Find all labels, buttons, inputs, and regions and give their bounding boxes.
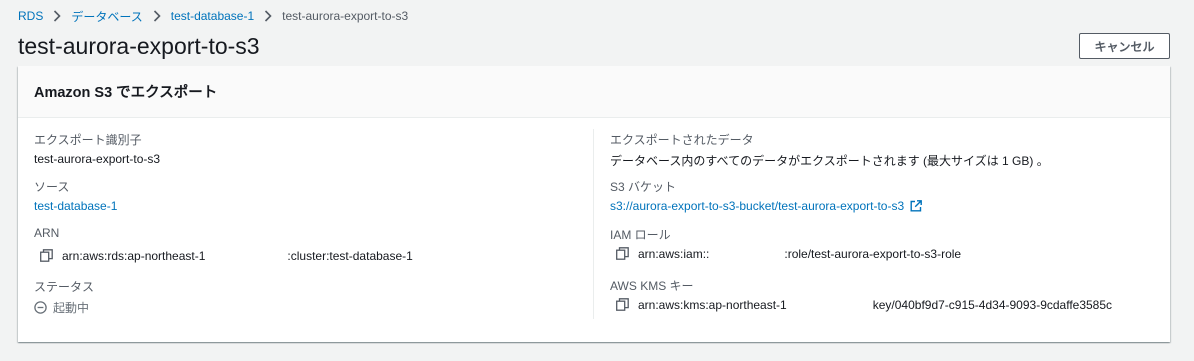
external-link-icon <box>910 199 923 213</box>
status-row: 起動中 <box>34 299 89 316</box>
status-label: ステータス <box>34 280 95 294</box>
exported-data-label: エクスポートされたデータ <box>610 133 754 147</box>
kms-key-label: AWS KMS キー <box>610 279 694 293</box>
breadcrumb-current: test-aurora-export-to-s3 <box>282 9 409 23</box>
cancel-button[interactable]: キャンセル <box>1079 33 1170 59</box>
breadcrumb-databases-link[interactable]: データベース <box>71 8 142 25</box>
breadcrumb: RDS データベース test-database-1 test-aurora-e… <box>18 7 408 25</box>
panel-title: Amazon S3 でエクスポート <box>34 85 218 101</box>
status-pending-icon <box>34 301 47 314</box>
chevron-right-icon <box>260 10 276 22</box>
export-id-label: エクスポート識別子 <box>34 133 142 147</box>
s3-bucket-value: s3://aurora-export-to-s3-bucket/test-aur… <box>610 199 905 213</box>
page-title: test-aurora-export-to-s3 <box>18 33 260 59</box>
column-divider <box>593 129 594 319</box>
iam-role-label: IAM ロール <box>610 228 671 242</box>
arn-value-prefix: arn:aws:rds:ap-northeast-1 <box>62 249 206 263</box>
breadcrumb-rds-link[interactable]: RDS <box>18 9 43 23</box>
export-id-value: test-aurora-export-to-s3 <box>34 152 161 166</box>
source-label: ソース <box>34 180 70 194</box>
iam-role-prefix: arn:aws:iam:: <box>638 247 710 261</box>
iam-role-suffix: :role/test-aurora-export-to-s3-role <box>784 247 962 261</box>
kms-key-prefix: arn:aws:kms:ap-northeast-1 <box>638 298 787 312</box>
kms-key-suffix: key/040bf9d7-c915-4d34-9093-9cdaffe3585c <box>872 298 1113 312</box>
export-details-panel: Amazon S3 でエクスポート エクスポート識別子 test-aurora-… <box>18 66 1170 342</box>
chevron-right-icon <box>49 10 65 22</box>
arn-value-suffix: :cluster:test-database-1 <box>287 249 413 263</box>
copy-icon[interactable] <box>616 247 630 261</box>
arn-row: arn:aws:rds:ap-northeast-1 :cluster:test… <box>40 249 413 263</box>
panel-header: Amazon S3 でエクスポート <box>18 66 1170 118</box>
copy-icon[interactable] <box>616 298 630 312</box>
s3-bucket-label: S3 バケット <box>610 180 677 194</box>
exported-data-value: データベース内のすべてのデータがエクスポートされます (最大サイズは 1 GB)… <box>610 154 1049 168</box>
kms-key-row: arn:aws:kms:ap-northeast-1 key/040bf9d7-… <box>616 298 1112 312</box>
status-value: 起動中 <box>53 301 90 315</box>
breadcrumb-database-link[interactable]: test-database-1 <box>171 9 254 23</box>
copy-icon[interactable] <box>40 249 54 263</box>
source-link[interactable]: test-database-1 <box>34 199 117 213</box>
chevron-right-icon <box>149 10 165 22</box>
iam-role-row: arn:aws:iam:: :role/test-aurora-export-t… <box>616 247 961 261</box>
s3-bucket-link[interactable]: s3://aurora-export-to-s3-bucket/test-aur… <box>610 199 923 213</box>
arn-label: ARN <box>34 226 60 240</box>
